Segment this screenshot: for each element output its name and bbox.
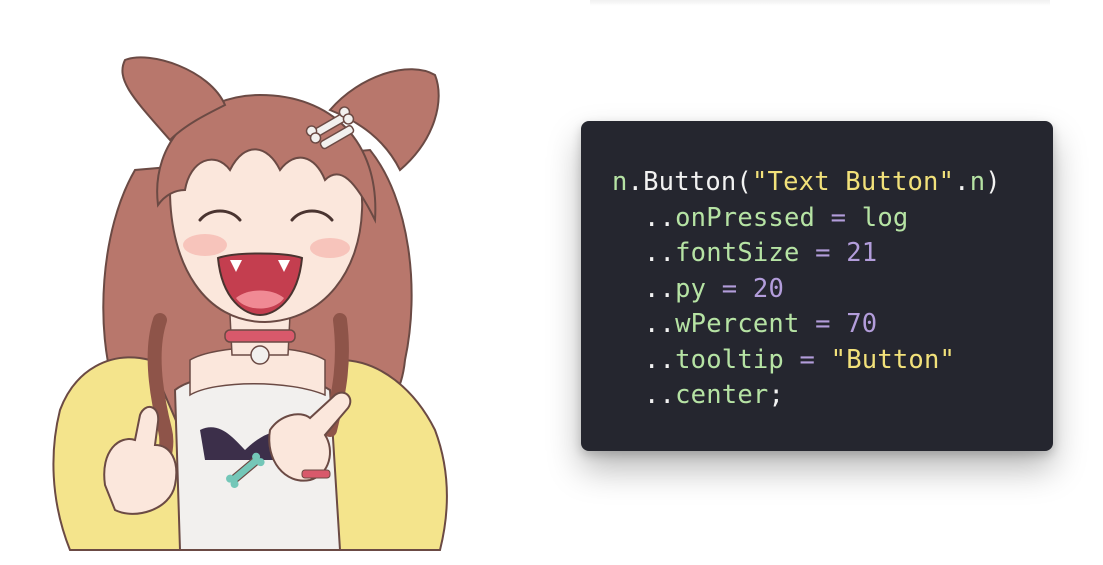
code-token-op: =	[706, 273, 753, 304]
code-line: n.Button("Text Button".n)	[581, 165, 1053, 201]
code-token-str: "Button"	[830, 344, 956, 375]
blush-right	[310, 238, 350, 258]
code-token-plain: )	[985, 167, 1001, 197]
code-token-prop: wPercent	[675, 309, 800, 339]
code-token-num: 70	[846, 309, 878, 339]
collar-bell	[250, 345, 270, 365]
collar	[224, 329, 296, 343]
code-token-prop: onPressed	[675, 202, 816, 233]
code-token-plain: ..	[644, 273, 676, 304]
code-token-var: log	[861, 202, 909, 233]
code-token-plain: .	[954, 167, 970, 197]
code-line: ..tooltip = "Button"	[581, 343, 1053, 379]
code-line: ..fontSize = 21	[581, 236, 1053, 272]
blush-left	[183, 234, 227, 256]
code-line: ..onPressed = log	[581, 201, 1053, 237]
code-line: ..py = 20	[581, 272, 1053, 308]
code-token-plain: ..	[644, 202, 676, 233]
code-token-plain: ;	[768, 380, 784, 410]
code-token-plain: ..	[644, 344, 676, 375]
code-token-plain: .Button(	[627, 167, 752, 197]
code-token-plain: ..	[644, 238, 676, 268]
code-token-num: 20	[752, 273, 784, 304]
code-token-str: "Text Button"	[751, 167, 955, 197]
anime-girl-illustration	[52, 56, 448, 551]
code-token-op: =	[783, 344, 831, 375]
code-token-plain: ..	[644, 380, 676, 410]
code-line: ..wPercent = 70	[581, 307, 1053, 343]
code-token-prop: tooltip	[675, 344, 784, 375]
wrist-band	[301, 469, 331, 479]
slide-canvas: n.Button("Text Button".n) ..onPressed = l…	[0, 0, 1103, 565]
code-token-op: =	[815, 202, 862, 233]
code-token-var: n	[612, 167, 628, 197]
code-line: ..center;	[581, 378, 1053, 414]
code-token-plain: ..	[644, 309, 676, 339]
code-token-var: n	[969, 167, 986, 197]
code-token-prop: center	[675, 380, 769, 410]
code-token-num: 21	[846, 238, 878, 268]
code-body: n.Button("Text Button".n) ..onPressed = l…	[581, 165, 1053, 414]
top-shadow-edge	[590, 0, 1050, 6]
code-token-op: =	[799, 238, 847, 268]
code-token-op: =	[799, 309, 847, 339]
code-token-prop: py	[675, 273, 707, 304]
code-token-prop: fontSize	[675, 238, 800, 268]
code-snippet-card: n.Button("Text Button".n) ..onPressed = l…	[581, 121, 1053, 451]
